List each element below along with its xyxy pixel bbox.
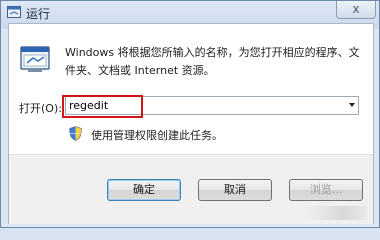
highlight-box bbox=[62, 95, 143, 118]
admin-note: 使用管理权限创建此任务。 bbox=[91, 129, 223, 142]
run-app-icon bbox=[7, 6, 21, 18]
title-bar[interactable]: 运行 x bbox=[1, 1, 379, 25]
run-description: Windows 将根据您所输入的名称，为您打开相应的程序、文件夹、文档或 Int… bbox=[65, 46, 360, 77]
window-title: 运行 bbox=[26, 7, 51, 21]
run-dialog-icon bbox=[18, 42, 52, 76]
cancel-button[interactable]: 取消 bbox=[198, 179, 272, 201]
ok-button[interactable]: 确定 bbox=[107, 179, 181, 201]
watermark bbox=[307, 206, 367, 220]
chevron-down-icon[interactable] bbox=[349, 103, 355, 107]
open-label: 打开(O): bbox=[19, 102, 62, 115]
button-bar: 确定 取消 浏览... bbox=[9, 154, 373, 224]
close-button[interactable]: x bbox=[336, 1, 376, 19]
browse-button[interactable]: 浏览... bbox=[289, 179, 363, 201]
dialog-content: Windows 将根据您所输入的名称，为您打开相应的程序、文件夹、文档或 Int… bbox=[8, 23, 374, 224]
uac-shield-icon bbox=[69, 126, 82, 141]
run-dialog: 运行 x Windows 将根据您所输入的名称，为您打开相应的程序、文件夹、文档… bbox=[0, 0, 380, 228]
close-icon: x bbox=[352, 2, 360, 16]
